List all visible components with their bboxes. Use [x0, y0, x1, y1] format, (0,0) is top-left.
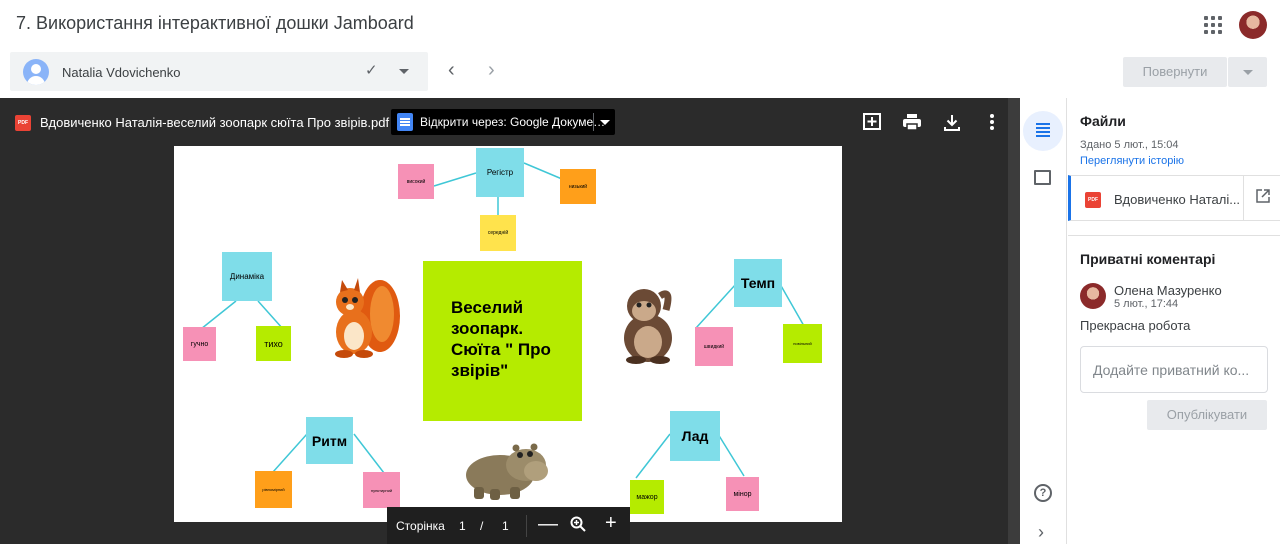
private-comment-input[interactable] — [1080, 346, 1268, 393]
zoom-out-button[interactable]: — — [538, 514, 558, 534]
sticky-rhythm-even: рівномірний — [255, 471, 292, 508]
sticky-register-high: високий — [398, 164, 434, 199]
private-comments-heading: Приватні коментарі — [1080, 251, 1216, 267]
sticky-mode: Лад — [670, 411, 720, 461]
chevron-down-icon — [1243, 70, 1253, 75]
view-history-link[interactable]: Переглянути історію — [1080, 155, 1184, 167]
files-heading: Файли — [1080, 113, 1126, 129]
google-docs-icon — [397, 113, 413, 131]
total-pages: 1 — [502, 519, 509, 533]
current-page-input[interactable]: 1 — [459, 519, 466, 533]
page-label: Сторінка — [396, 519, 445, 533]
sticky-tempo-fast: швидкий — [695, 327, 733, 366]
student-avatar-icon — [23, 59, 49, 85]
print-icon[interactable] — [901, 112, 923, 134]
return-dropdown-button[interactable] — [1228, 57, 1267, 87]
sticky-register-low: низький — [560, 169, 596, 204]
open-in-new-icon[interactable] — [1256, 189, 1270, 206]
files-tab-button[interactable] — [1023, 111, 1063, 151]
viewer-scrollbar[interactable] — [1008, 98, 1020, 544]
submitted-status: Здано 5 лют., 15:04 — [1080, 139, 1179, 151]
zoom-icon[interactable] — [570, 516, 586, 537]
comment-author: Олена Мазуренко — [1114, 283, 1222, 298]
squirrel-image — [335, 278, 400, 358]
student-selector[interactable]: Natalia Vdovichenko ✓ — [10, 52, 428, 91]
page-navigation-bar: Сторінка 1 / 1 — + — [387, 507, 630, 544]
files-list-icon — [1036, 123, 1050, 125]
comment-author-avatar — [1080, 283, 1106, 309]
chevron-down-icon[interactable] — [399, 69, 409, 74]
chevron-down-icon[interactable] — [600, 120, 610, 125]
page-separator: / — [480, 519, 484, 533]
help-icon[interactable]: ? — [1034, 484, 1052, 502]
open-with-label: Відкрити через: Google Докуме… — [420, 115, 606, 129]
return-button[interactable]: Повернути — [1123, 57, 1227, 87]
add-comment-icon[interactable] — [861, 112, 883, 134]
sticky-register-middle: середній — [480, 215, 516, 251]
divider — [1068, 235, 1280, 236]
student-name: Natalia Vdovichenko — [62, 65, 181, 80]
zoom-in-button[interactable]: + — [605, 513, 617, 533]
account-avatar[interactable] — [1239, 11, 1267, 39]
pdf-page: Регістр високий низький середній Динамік… — [174, 146, 842, 522]
hippo-image — [466, 443, 548, 500]
sticky-mode-minor: мінор — [726, 477, 759, 511]
more-vert-icon[interactable] — [981, 112, 1003, 134]
next-student-button[interactable]: › — [488, 60, 495, 80]
comments-icon[interactable] — [1034, 170, 1051, 185]
divider — [526, 515, 527, 537]
sticky-dynamics-loud: гучно — [183, 327, 216, 361]
sticky-rhythm: Ритм — [306, 417, 353, 464]
sticky-register: Регістр — [476, 148, 524, 197]
prev-student-button[interactable]: ‹ — [448, 60, 455, 80]
attached-file-card[interactable]: PDF Вдовиченко Наталі... — [1068, 175, 1280, 221]
sticky-dynamics-quiet: тихо — [256, 326, 291, 361]
open-with-button[interactable]: Відкрити через: Google Докуме… — [391, 109, 615, 135]
sticky-dynamics: Динаміка — [222, 252, 272, 301]
sticky-tempo-slow: повільний — [783, 324, 822, 363]
sticky-rhythm-dotted: пунктирний — [363, 472, 400, 508]
chevron-right-icon[interactable]: › — [1038, 523, 1044, 541]
divider — [1243, 176, 1244, 220]
download-icon[interactable] — [941, 112, 963, 134]
viewer-file-name: Вдовиченко Наталія-веселий зоопарк сюїта… — [40, 115, 390, 130]
sticky-mode-major: мажор — [630, 480, 664, 514]
side-rail — [1020, 98, 1067, 544]
publish-button[interactable]: Опублікувати — [1147, 400, 1267, 430]
comment-time: 5 лют., 17:44 — [1114, 298, 1179, 310]
check-icon: ✓ — [365, 62, 378, 79]
monkey-image — [624, 289, 672, 364]
sticky-tempo: Темп — [734, 259, 782, 307]
top-bar: 7. Використання інтерактивної дошки Jamb… — [0, 0, 1280, 50]
divider — [593, 113, 594, 131]
comment-text: Прекрасна робота — [1080, 318, 1191, 333]
apps-grid-icon[interactable] — [1202, 14, 1224, 36]
attached-file-name[interactable]: Вдовиченко Наталі... — [1114, 192, 1240, 207]
assignment-title: 7. Використання інтерактивної дошки Jamb… — [16, 13, 414, 33]
pdf-icon: PDF — [1085, 192, 1101, 208]
pdf-icon: PDF — [15, 115, 31, 131]
sticky-center-title: Веселий зоопарк. Сюїта " Про звірів" — [423, 261, 582, 421]
